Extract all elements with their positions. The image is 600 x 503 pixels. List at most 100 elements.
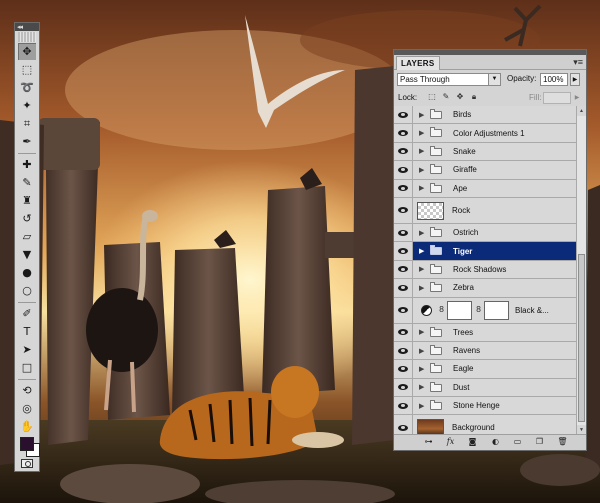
clone-stamp-icon[interactable]: ♜ (18, 192, 36, 209)
tools-grip[interactable] (18, 32, 36, 42)
lasso-icon[interactable]: ➰ (18, 79, 36, 96)
visibility-eye-icon[interactable] (394, 415, 413, 435)
panel-menu-icon[interactable]: ▾≡ (573, 57, 583, 67)
move-icon[interactable]: ✥ (18, 43, 36, 60)
layer-row[interactable]: ▶ Snake (394, 142, 576, 162)
quick-mask-icon[interactable] (21, 459, 33, 468)
visibility-eye-icon[interactable] (394, 360, 413, 378)
pen-icon[interactable]: ✐ (18, 305, 36, 322)
layer-row[interactable]: ▶ Ape (394, 179, 576, 198)
hand-icon[interactable]: ✋ (18, 418, 36, 435)
new-adjustment-icon[interactable]: ◐ (490, 437, 501, 447)
fx-icon[interactable]: fx (445, 437, 456, 447)
expand-triangle-icon[interactable]: ▶ (419, 143, 424, 160)
expand-triangle-icon[interactable]: ▶ (419, 360, 424, 377)
brush-icon[interactable]: ✎ (18, 174, 36, 191)
layer-row[interactable]: ▶ Trees (394, 323, 576, 342)
3d-orbit-icon[interactable]: ◎ (18, 400, 36, 417)
layer-row[interactable]: 8 8 Black &... (394, 297, 576, 324)
lock-all-icon[interactable]: 🔒︎ (469, 92, 479, 102)
visibility-eye-icon[interactable] (394, 397, 413, 415)
new-group-icon[interactable]: ▭ (512, 437, 523, 447)
add-mask-icon[interactable]: ◙ (467, 437, 478, 447)
dodge-icon[interactable]: ○ (18, 282, 36, 299)
healing-brush-icon[interactable]: ✚ (18, 156, 36, 173)
expand-triangle-icon[interactable]: ▶ (419, 106, 424, 123)
magic-wand-icon[interactable]: ✦ (18, 97, 36, 114)
blur-icon[interactable]: ● (18, 264, 36, 281)
visibility-eye-icon[interactable] (394, 378, 413, 397)
opacity-input[interactable]: 100% (540, 73, 568, 86)
layer-list-scrollbar[interactable]: ▲ ▼ (576, 106, 586, 435)
expand-triangle-icon[interactable]: ▶ (419, 180, 424, 197)
rectangle-shape-icon[interactable]: □ (18, 359, 36, 376)
expand-triangle-icon[interactable]: ▶ (419, 161, 424, 178)
visibility-eye-icon[interactable] (394, 106, 413, 124)
lock-position-icon[interactable]: ✥ (455, 92, 465, 102)
visibility-eye-icon[interactable] (394, 223, 413, 242)
visibility-eye-icon[interactable] (394, 341, 413, 360)
paint-bucket-icon[interactable]: ▼ (18, 246, 36, 263)
visibility-eye-icon[interactable] (394, 142, 413, 161)
expand-triangle-icon[interactable]: ▶ (419, 342, 424, 359)
visibility-eye-icon[interactable] (394, 179, 413, 197)
link-icon[interactable]: 8 (439, 305, 444, 314)
lock-transparency-icon[interactable]: ⬚ (427, 92, 437, 102)
type-icon[interactable]: T (18, 323, 36, 340)
layer-row[interactable]: ▶ Stone Henge (394, 397, 576, 416)
opacity-slider-arrow-icon[interactable]: ▶ (570, 73, 580, 86)
visibility-eye-icon[interactable] (394, 323, 413, 341)
eyedropper-icon[interactable]: ✒ (18, 133, 36, 150)
scrollbar-thumb[interactable] (578, 254, 585, 422)
layer-thumbnail[interactable] (417, 419, 444, 435)
trash-icon[interactable]: 🗑︎ (557, 437, 568, 447)
adjustment-thumbnail[interactable] (447, 300, 472, 320)
foreground-color-swatch[interactable] (20, 437, 34, 451)
path-selection-icon[interactable]: ➤ (18, 341, 36, 358)
tools-collapse-bar[interactable]: ◂◂ (15, 23, 39, 31)
eraser-icon[interactable]: ▱ (18, 228, 36, 245)
scroll-up-icon[interactable]: ▲ (577, 106, 586, 116)
layer-row[interactable]: ▶ Birds (394, 106, 576, 125)
crop-icon[interactable]: ⌗ (18, 115, 36, 132)
layer-mask-thumbnail[interactable] (484, 300, 509, 320)
chevron-down-icon[interactable]: ▼ (488, 74, 500, 85)
layer-row[interactable]: ▶ Ravens (394, 341, 576, 361)
visibility-eye-icon[interactable] (394, 242, 413, 260)
visibility-eye-icon[interactable] (394, 124, 413, 142)
history-brush-icon[interactable]: ↺ (18, 210, 36, 227)
tab-layers[interactable]: LAYERS (396, 56, 440, 70)
layer-row[interactable]: ▶ Ostrich (394, 223, 576, 243)
layer-row[interactable]: ▶ Color Adjustments 1 (394, 124, 576, 143)
blend-mode-select[interactable]: Pass Through ▼ (397, 73, 501, 86)
layer-row[interactable]: Rock (394, 197, 576, 224)
visibility-eye-icon[interactable] (394, 297, 413, 323)
marquee-icon[interactable]: ⬚ (18, 61, 36, 78)
3d-rotate-icon[interactable]: ⟲ (18, 382, 36, 399)
layer-row[interactable]: ▶ Tiger (394, 242, 576, 261)
collapse-icon[interactable]: ◂◂ (17, 23, 23, 31)
visibility-eye-icon[interactable] (394, 260, 413, 279)
expand-triangle-icon[interactable]: ▶ (419, 124, 424, 141)
expand-triangle-icon[interactable]: ▶ (419, 324, 424, 341)
layer-row[interactable]: ▶ Eagle (394, 360, 576, 379)
mask-link-icon[interactable]: 8 (476, 305, 481, 314)
lock-pixels-icon[interactable]: ✎ (441, 92, 451, 102)
visibility-eye-icon[interactable] (394, 161, 413, 179)
expand-triangle-icon[interactable]: ▶ (419, 242, 424, 259)
layer-row[interactable]: ▶ Dust (394, 378, 576, 398)
expand-triangle-icon[interactable]: ▶ (419, 224, 424, 241)
layer-row[interactable]: ▶ Zebra (394, 279, 576, 298)
expand-triangle-icon[interactable]: ▶ (419, 379, 424, 396)
link-layers-icon[interactable]: ⊶ (423, 437, 434, 447)
layer-row[interactable]: ▶ Giraffe (394, 161, 576, 180)
layer-row[interactable]: Background (394, 415, 576, 435)
visibility-eye-icon[interactable] (394, 197, 413, 223)
visibility-eye-icon[interactable] (394, 279, 413, 297)
new-layer-icon[interactable]: ❐ (534, 437, 545, 447)
layer-thumbnail[interactable] (417, 201, 444, 220)
expand-triangle-icon[interactable]: ▶ (419, 261, 424, 278)
layer-row[interactable]: ▶ Rock Shadows (394, 260, 576, 280)
fill-input[interactable] (543, 92, 571, 104)
expand-triangle-icon[interactable]: ▶ (419, 397, 424, 414)
